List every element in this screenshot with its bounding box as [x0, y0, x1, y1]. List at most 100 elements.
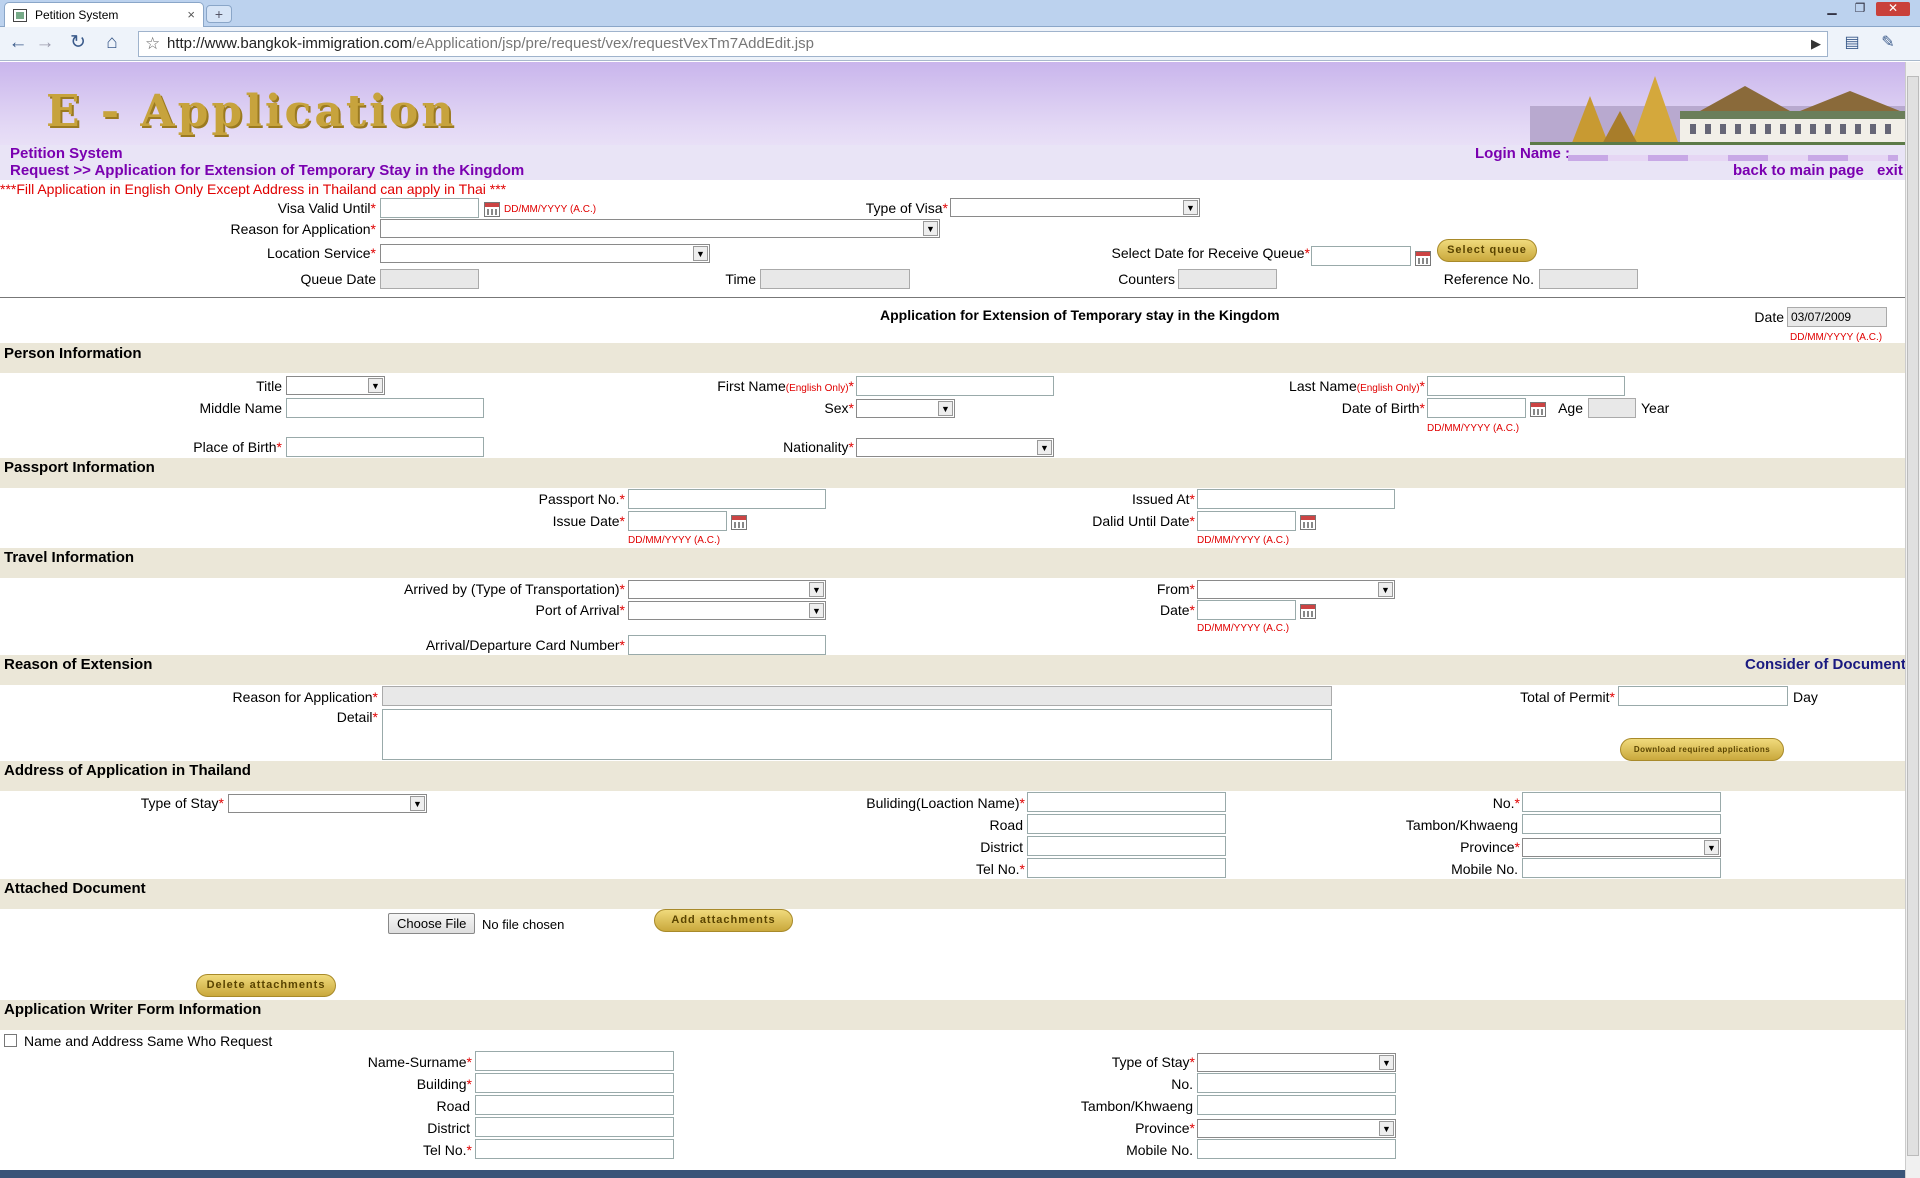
close-window-icon[interactable]: ✕ [1876, 2, 1910, 16]
tambon-input[interactable] [1522, 814, 1721, 834]
nationality-select[interactable]: ▼ [856, 438, 1054, 457]
address-bar[interactable]: ☆ http://www.bangkok-immigration.com/eAp… [138, 31, 1828, 57]
last-name-input[interactable] [1427, 376, 1625, 396]
card-number-label: Arrival/Departure Card Number [425, 637, 620, 653]
calendar-icon[interactable] [1415, 251, 1431, 266]
required-mark: * [1609, 689, 1615, 705]
province-select[interactable]: ▼ [1522, 838, 1721, 857]
place-of-birth-input[interactable] [286, 437, 484, 457]
type-of-visa-select[interactable]: ▼ [950, 198, 1200, 217]
passport-no-label: Passport No. [538, 491, 620, 507]
browser-tab[interactable]: Petition System × [4, 2, 204, 27]
calendar-icon[interactable] [731, 515, 747, 530]
district-input[interactable] [1027, 836, 1226, 856]
restore-icon[interactable]: ❐ [1848, 2, 1872, 16]
new-tab-button[interactable]: + [206, 5, 232, 23]
writer-province-label: Province [1135, 1120, 1190, 1136]
chevron-down-icon: ▼ [809, 603, 824, 618]
go-arrow-icon[interactable]: ▶ [1811, 32, 1821, 56]
writer-no-input[interactable] [1197, 1073, 1396, 1093]
district-label: District [980, 839, 1023, 855]
total-permit-input[interactable] [1618, 686, 1788, 706]
visa-valid-until-input[interactable] [380, 198, 479, 218]
english-only-hint: (English Only) [1356, 383, 1420, 394]
road-input[interactable] [1027, 814, 1226, 834]
mobile-input[interactable] [1522, 858, 1721, 878]
writer-tambon-input[interactable] [1197, 1095, 1396, 1115]
vertical-scrollbar[interactable] [1905, 62, 1920, 1178]
required-mark: * [1189, 581, 1195, 597]
title-select[interactable]: ▼ [286, 376, 385, 395]
calendar-icon[interactable] [1530, 402, 1546, 417]
scrollbar-thumb[interactable] [1907, 76, 1919, 1156]
type-of-stay-select[interactable]: ▼ [228, 794, 427, 813]
from-select[interactable]: ▼ [1197, 580, 1395, 599]
add-attachments-button[interactable]: Add attachments [654, 909, 793, 932]
delete-attachments-button[interactable]: Delete attachments [196, 974, 336, 997]
port-of-arrival-select[interactable]: ▼ [628, 601, 826, 620]
site-title: E - Application [46, 86, 457, 137]
required-mark: * [466, 1054, 472, 1070]
required-mark: * [372, 689, 378, 705]
exit-link[interactable]: exit [1877, 162, 1903, 179]
select-queue-button[interactable]: Select queue [1437, 239, 1537, 262]
home-icon[interactable]: ⌂ [100, 32, 124, 56]
calendar-icon[interactable] [1300, 515, 1316, 530]
counters-label: Counters [1118, 271, 1175, 287]
passport-no-input[interactable] [628, 489, 826, 509]
date-format-hint: DD/MM/YYYY (A.C.) [1197, 535, 1290, 546]
detail-textarea[interactable] [382, 709, 1332, 760]
forward-arrow-icon[interactable]: → [33, 32, 57, 56]
date-of-birth-label: Date of Birth [1341, 400, 1420, 416]
building-input[interactable] [1027, 792, 1226, 812]
arrived-by-select[interactable]: ▼ [628, 580, 826, 599]
sex-select[interactable]: ▼ [856, 399, 955, 418]
title-label: Title [256, 378, 282, 394]
writer-name-input[interactable] [475, 1051, 674, 1071]
tab-close-icon[interactable]: × [187, 3, 195, 27]
writer-province-select[interactable]: ▼ [1197, 1119, 1396, 1138]
wrench-icon[interactable]: ✎ [1876, 32, 1900, 56]
issue-date-input[interactable] [628, 511, 727, 531]
required-mark: * [848, 378, 854, 394]
arrival-date-input[interactable] [1197, 600, 1296, 620]
calendar-icon[interactable] [484, 202, 500, 217]
card-number-input[interactable] [628, 635, 826, 655]
first-name-input[interactable] [856, 376, 1054, 396]
address-section: Address of Application in Thailand [0, 761, 1905, 791]
form-title: Application for Extension of Temporary s… [880, 307, 1280, 323]
minimize-icon[interactable]: ▁ [1820, 2, 1844, 16]
date-of-birth-input[interactable] [1427, 398, 1526, 418]
required-mark: * [370, 245, 376, 261]
valid-until-input[interactable] [1197, 511, 1296, 531]
writer-tel-label: Tel No. [422, 1142, 467, 1158]
writer-mobile-input[interactable] [1197, 1139, 1396, 1159]
reason-for-application-select[interactable]: ▼ [380, 219, 940, 238]
issued-at-input[interactable] [1197, 489, 1395, 509]
reload-icon[interactable]: ↻ [66, 32, 90, 56]
back-to-main-link[interactable]: back to main page [1733, 162, 1864, 179]
location-service-select[interactable]: ▼ [380, 244, 710, 263]
writer-building-input[interactable] [475, 1073, 674, 1093]
writer-type-of-stay-select[interactable]: ▼ [1197, 1053, 1396, 1072]
writer-road-input[interactable] [475, 1095, 674, 1115]
page-menu-icon[interactable]: ▤ [1840, 32, 1864, 56]
chevron-down-icon: ▼ [1378, 582, 1393, 597]
download-applications-button[interactable]: Download required applications [1620, 738, 1784, 761]
tel-input[interactable] [1027, 858, 1226, 878]
choose-file-button[interactable]: Choose File [388, 913, 476, 934]
same-as-requester-checkbox[interactable] [4, 1034, 17, 1047]
address-no-input[interactable] [1522, 792, 1721, 812]
middle-name-input[interactable] [286, 398, 484, 418]
consider-of-document-link[interactable]: Consider of Document [1745, 656, 1906, 673]
required-mark: * [370, 221, 376, 237]
calendar-icon[interactable] [1300, 604, 1316, 619]
queue-date-input[interactable] [1311, 246, 1411, 266]
required-mark: * [1189, 1120, 1195, 1136]
required-mark: * [1189, 491, 1195, 507]
required-mark: * [1189, 602, 1195, 618]
writer-tel-input[interactable] [475, 1139, 674, 1159]
writer-district-input[interactable] [475, 1117, 674, 1137]
back-arrow-icon[interactable]: ← [6, 32, 30, 56]
bookmark-star-icon[interactable]: ☆ [145, 32, 160, 56]
